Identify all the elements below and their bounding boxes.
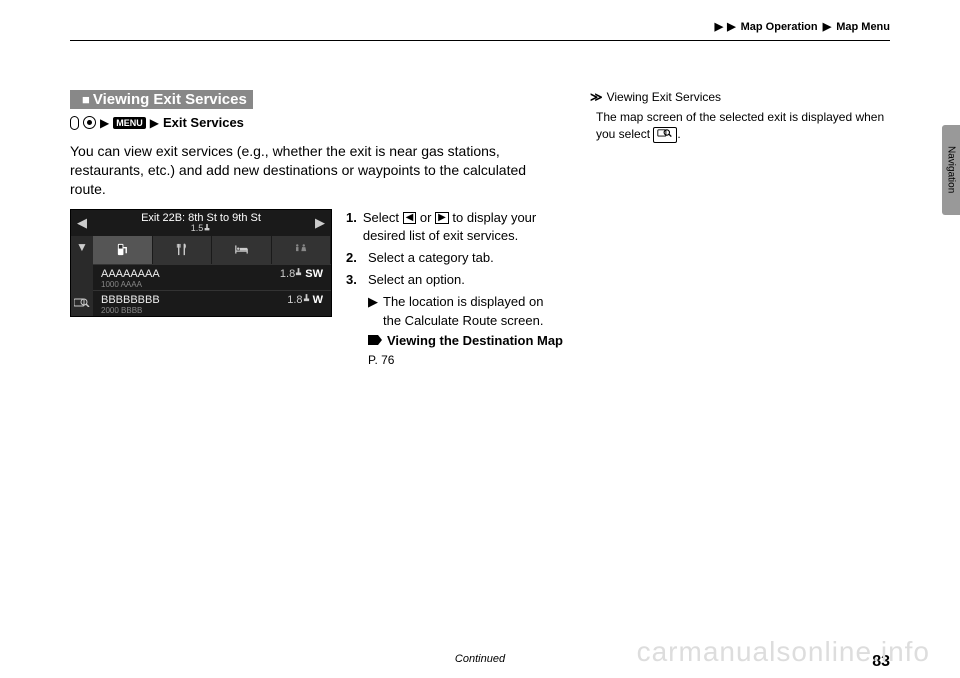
heading-text: Viewing Exit Services (93, 91, 247, 108)
restroom-icon (294, 243, 307, 256)
chevron-icon: ▶ (100, 116, 109, 130)
service-name: BBBBBBBB (101, 294, 160, 306)
substep-text: The location is displayed on the Calcula… (383, 293, 565, 329)
sidebar-body: The map screen of the selected exit is d… (590, 109, 890, 143)
substep-marker-icon: ▶ (368, 293, 378, 329)
chevron-icon: ▶ (823, 21, 831, 33)
service-distance: 1.8 (287, 294, 302, 306)
reference-arrow-icon (368, 332, 382, 350)
step-text: Select ◀ or ▶ to display your desired li… (363, 209, 565, 245)
service-address: 2000 BBBB (101, 306, 160, 315)
map-zoom-icon[interactable] (74, 297, 90, 310)
page-number: 83 (872, 653, 890, 671)
next-exit-arrow-icon[interactable]: ▶ (315, 215, 325, 231)
scroll-down-icon[interactable]: ▼ (76, 240, 88, 254)
chevron-icon: ▶ (150, 116, 159, 130)
dial-icon (83, 116, 96, 129)
section-heading: ■Viewing Exit Services (70, 90, 253, 109)
fuel-pump-icon (116, 243, 129, 256)
side-tab-navigation: Navigation (942, 125, 960, 215)
exit-service-row[interactable]: AAAAAAAA 1000 AAAA 1.8 SW (93, 264, 331, 290)
command-path: ▶ MENU ▶ Exit Services (70, 115, 565, 130)
fork-knife-icon (175, 243, 188, 256)
map-magnifier-icon (653, 127, 677, 143)
voice-icon (70, 116, 79, 130)
cross-reference-page: P. 76 (368, 352, 565, 369)
service-distance: 1.8 (280, 268, 295, 280)
service-direction: SW (305, 268, 323, 280)
square-bullet-icon: ■ (82, 92, 90, 107)
service-direction: W (313, 294, 323, 306)
category-tab-lodging[interactable] (212, 236, 272, 264)
path-target: Exit Services (163, 115, 244, 130)
breadcrumb-item: Map Operation (741, 21, 818, 33)
side-tab-label: Navigation (946, 146, 957, 193)
cross-reference-title: Viewing the Destination Map (387, 332, 563, 350)
category-tab-fuel[interactable] (93, 236, 153, 264)
continued-label: Continued (455, 653, 505, 665)
double-chevron-icon: ≫ (590, 90, 603, 104)
step-text: Select an option. (368, 271, 465, 289)
step-number: 2. (346, 249, 362, 267)
instruction-steps: 1. Select ◀ or ▶ to display your desired… (346, 209, 565, 369)
category-tab-food[interactable] (153, 236, 213, 264)
category-tab-rest[interactable] (272, 236, 332, 264)
divider (70, 40, 890, 41)
bed-icon (235, 243, 248, 256)
step-text: Select a category tab. (368, 249, 494, 267)
step-number: 1. (346, 209, 357, 245)
menu-button-icon: MENU (113, 117, 146, 129)
exit-service-row[interactable]: BBBBBBBB 2000 BBBB 1.8 W (93, 290, 331, 316)
body-paragraph: You can view exit services (e.g., whethe… (70, 142, 565, 199)
step-number: 3. (346, 271, 362, 289)
prev-exit-arrow-icon[interactable]: ◀ (77, 215, 87, 231)
sidebar-title: Viewing Exit Services (607, 90, 722, 104)
service-name: AAAAAAAA (101, 268, 160, 280)
exit-distance: 1.5 (87, 224, 315, 234)
breadcrumb: ▶ ▶ Map Operation ▶ Map Menu (713, 20, 890, 33)
chevron-icon: ▶ (727, 21, 735, 33)
breadcrumb-item: Map Menu (836, 21, 890, 33)
nav-system-screenshot: ◀ Exit 22B: 8th St to 9th St 1.5 ▶ ▼ (70, 209, 332, 317)
right-arrow-button-icon: ▶ (435, 212, 449, 224)
left-arrow-button-icon: ◀ (403, 212, 417, 224)
service-address: 1000 AAAA (101, 280, 160, 289)
chevron-icon: ▶ (715, 21, 723, 33)
sidebar-heading: ≫ Viewing Exit Services (590, 90, 890, 104)
